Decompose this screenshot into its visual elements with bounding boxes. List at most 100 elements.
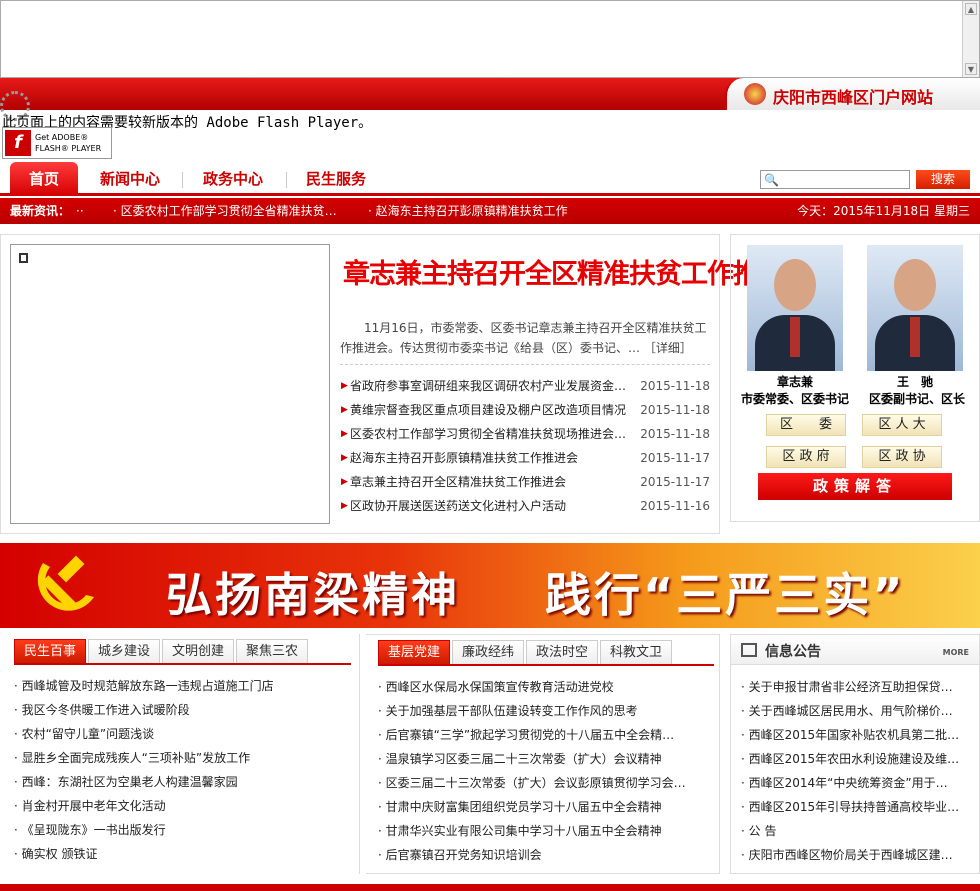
list-item[interactable]: · 西峰区2015年农田水利设施建设及维… (741, 747, 969, 771)
list-item[interactable]: · 甘肃华兴实业有限公司集中学习十八届五中全会精神 (378, 819, 713, 843)
ticker-label: 最新资讯： (10, 204, 71, 218)
news-ticker: 最新资讯： ·· · 区委农村工作部学习贯彻全省精准扶贫… · 赵海东主持召开彭… (0, 198, 980, 224)
list-item[interactable]: ▶ 区委农村工作部学习贯彻全省精准扶贫现场推进会… 2015-11-18 (340, 422, 712, 446)
list-item[interactable]: · 西峰区2015年引导扶持普通高校毕业… (741, 795, 969, 819)
nav-tab-government[interactable]: 政务中心 (193, 162, 273, 196)
tab-agriculture[interactable]: 聚焦三农 (236, 639, 308, 664)
list-item[interactable]: · 西峰区2014年“中央统筹资金”用于… (741, 771, 969, 795)
nav-tab-home[interactable]: 首页 (10, 162, 78, 196)
search-box: 🔍 (760, 170, 910, 189)
list-item[interactable]: · 显胜乡全面完成残疾人“三项补贴”发放工作 (14, 746, 354, 770)
site-title-tab[interactable]: 庆阳市西峰区门户网站 (725, 78, 980, 110)
ticker-item[interactable]: · 区委农村工作部学习贯彻全省精准扶贫… (113, 198, 353, 224)
flash-badge-line2: FLASH® PLAYER (35, 144, 102, 153)
flash-logo-icon: f (5, 130, 31, 156)
org-button-party[interactable]: 区 委 (766, 414, 846, 436)
search-input[interactable] (779, 172, 907, 187)
list-item[interactable]: ▶ 区政协开展送医送药送文化进村入户活动 2015-11-16 (340, 494, 712, 518)
notice-title: 信息公告 (765, 644, 821, 660)
bullet-icon: ▶ (341, 405, 348, 415)
ticker-item[interactable]: · 赵海东主持召开彭原镇精准扶贫工作 (368, 198, 578, 224)
banner-slogan-1: 弘扬南梁精神 (166, 568, 460, 622)
tab-legal[interactable]: 政法时空 (526, 640, 598, 665)
notice-column: 信息公告 MORE · 关于申报甘肃省非公经济互助担保贷… · 关于西峰城区居民… (730, 634, 980, 874)
headline-summary: 11月16日，市委常委、区委书记章志兼主持召开全区精准扶贫工作推进会。传达贯彻市… (340, 318, 710, 358)
bullet-icon: ▶ (341, 501, 348, 511)
site-name: 庆阳市西峰区门户网站 (773, 88, 934, 107)
notice-header: 信息公告 MORE (731, 635, 979, 665)
list-item[interactable]: · 确实权 颁铁证 (14, 842, 354, 866)
leader-title: 区委副书记、区长 (868, 392, 965, 406)
leader-name[interactable]: 王 驰 (867, 373, 963, 390)
policy-qa-button[interactable]: 政策解答 (758, 473, 952, 500)
leader-name[interactable]: 章志兼 (747, 373, 843, 390)
leader-photo[interactable] (867, 245, 963, 371)
banner-slogan-2: 践行“三严三实” (545, 568, 906, 622)
list-item[interactable]: · 后官寨镇“三学”掀起学习贯彻党的十八届五中全会精… (378, 723, 713, 747)
leader-photo[interactable] (747, 245, 843, 371)
national-emblem-icon (744, 83, 766, 105)
scroll-down-icon[interactable]: ▼ (965, 63, 977, 75)
bullet-icon: ▶ (341, 381, 348, 391)
leader-tie (910, 317, 920, 357)
list-item[interactable]: · 肖金村开展中老年文化活动 (14, 794, 354, 818)
list-item[interactable]: · 甘肃中庆财富集团组织党员学习十八届五中全会精神 (378, 795, 713, 819)
party-list: · 西峰区水保局水保国策宣传教育活动进党校 · 关于加强基层干部队伍建设转变工作… (378, 675, 713, 867)
bullet-icon: ▶ (341, 429, 348, 439)
news-title[interactable]: 赵海东主持召开彭原镇精准扶贫工作推进会 (350, 446, 630, 470)
news-title[interactable]: 区委农村工作部学习贯彻全省精准扶贫现场推进会… (350, 422, 630, 446)
news-date: 2015-11-18 (640, 379, 710, 393)
news-title[interactable]: 省政府参事室调研组来我区调研农村产业发展资金… (350, 374, 630, 398)
org-button-government[interactable]: 区 政 府 (766, 446, 846, 468)
slogan-banner[interactable]: 弘扬南梁精神 践行“三严三实” (0, 543, 980, 628)
list-item[interactable]: · 后官寨镇召开党务知识培训会 (378, 843, 713, 867)
tab-party-building[interactable]: 基层党建 (378, 640, 450, 665)
flash-badge-line1: Get ADOBE® (35, 133, 89, 142)
tab-urban-rural[interactable]: 城乡建设 (88, 639, 160, 664)
news-date: 2015-11-18 (640, 427, 710, 441)
flash-placeholder: 此页面上的内容需要较新版本的 Adobe Flash Player。 (0, 110, 980, 162)
search-button[interactable]: 搜索 (916, 170, 970, 189)
list-item[interactable]: · 《呈现陇东》一书出版发行 (14, 818, 354, 842)
list-item[interactable]: ▶ 黄维宗督查我区重点项目建设及棚户区改造项目情况 2015-11-18 (340, 398, 712, 422)
nav-tab-services[interactable]: 民生服务 (296, 162, 376, 196)
tab-civilization[interactable]: 文明创建 (162, 639, 234, 664)
news-date: 2015-11-16 (640, 499, 710, 513)
list-item[interactable]: · 西峰区水保局水保国策宣传教育活动进党校 (378, 675, 713, 699)
org-button-congress[interactable]: 区 人 大 (862, 414, 942, 436)
list-item[interactable]: · 温泉镇学习区委三届二十三次常委（扩大）会议精神 (378, 747, 713, 771)
list-item[interactable]: ▶ 省政府参事室调研组来我区调研农村产业发展资金… 2015-11-18 (340, 374, 712, 398)
news-title[interactable]: 章志兼主持召开全区精准扶贫工作推进会 (350, 470, 630, 494)
list-item[interactable]: · 公 告 (741, 819, 969, 843)
list-item[interactable]: ▶ 赵海东主持召开彭原镇精准扶贫工作推进会 2015-11-17 (340, 446, 712, 470)
list-item[interactable]: · 关于加强基层干部队伍建设转变工作作风的思考 (378, 699, 713, 723)
news-date: 2015-11-17 (640, 475, 710, 489)
list-item[interactable]: · 西峰城管及时规范解放东路一违规占道施工门店 (14, 674, 354, 698)
list-item[interactable]: ▶ 章志兼主持召开全区精准扶贫工作推进会 2015-11-17 (340, 470, 712, 494)
more-link[interactable]: MORE (943, 648, 969, 657)
news-list: ▶ 省政府参事室调研组来我区调研农村产业发展资金… 2015-11-18 ▶ 黄维宗督… (340, 374, 712, 518)
list-item[interactable]: · 农村“留守儿童”问题浅谈 (14, 722, 354, 746)
list-item[interactable]: · 西峰区2015年国家补贴农机具第二批… (741, 723, 969, 747)
hammer-sickle-icon (37, 555, 94, 611)
news-title[interactable]: 区政协开展送医送药送文化进村入户活动 (350, 494, 630, 518)
leader-head (774, 259, 816, 311)
get-flash-player-button[interactable]: f Get ADOBE® FLASH® PLAYER (2, 127, 112, 159)
news-date: 2015-11-18 (640, 403, 710, 417)
list-item[interactable]: · 庆阳市西峰区物价局关于西峰城区建… (741, 843, 969, 867)
list-item[interactable]: · 我区今冬供暖工作进入试暖阶段 (14, 698, 354, 722)
org-button-cppcc[interactable]: 区 政 协 (862, 446, 942, 468)
nav-tab-news[interactable]: 新闻中心 (90, 162, 170, 196)
scroll-up-icon[interactable]: ▲ (965, 3, 977, 15)
list-item[interactable]: · 关于申报甘肃省非公经济互助担保贷… (741, 675, 969, 699)
vertical-scrollbar[interactable]: ▲ ▼ (962, 1, 979, 77)
detail-link[interactable]: ［详细］ (644, 341, 692, 355)
list-item[interactable]: · 关于西峰城区居民用水、用气阶梯价… (741, 699, 969, 723)
news-title[interactable]: 黄维宗督查我区重点项目建设及棚户区改造项目情况 (350, 398, 630, 422)
list-item[interactable]: · 西峰：东湖社区为空巢老人构建温馨家园 (14, 770, 354, 794)
tab-integrity[interactable]: 廉政经纬 (452, 640, 524, 665)
video-player[interactable] (10, 244, 330, 524)
list-item[interactable]: · 区委三届二十三次常委（扩大）会议彭原镇贯彻学习会… (378, 771, 713, 795)
tab-livelihood[interactable]: 民生百事 (14, 639, 86, 664)
tab-education[interactable]: 科教文卫 (600, 640, 672, 665)
